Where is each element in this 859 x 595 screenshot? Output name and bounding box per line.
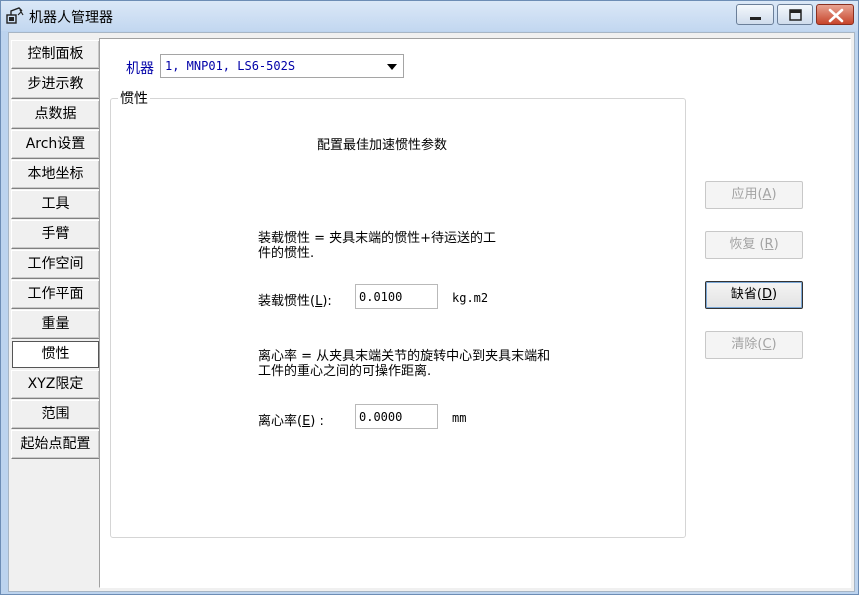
load-inertia-description-line1: 装载惯性 = 夹具末端的惯性+待运送的工: [258, 231, 497, 246]
load-inertia-unit: kg.m2: [452, 291, 489, 305]
tab-control-panel[interactable]: 控制面板: [11, 40, 100, 69]
tab-tool[interactable]: 工具: [11, 190, 100, 219]
title-bar[interactable]: 机器人管理器: [1, 1, 858, 31]
tab-arm[interactable]: 手臂: [11, 220, 100, 249]
load-inertia-description: 装载惯性 = 夹具末端的惯性+待运送的工 件的惯性.: [258, 231, 496, 261]
tab-xyz-limits[interactable]: XYZ限定: [11, 370, 100, 399]
client-area: 控制面板 步进示教 点数据 Arch设置 本地坐标 工具 手臂 工作空间 工作平面 重量 惯性 XYZ…: [8, 32, 855, 592]
close-icon: [828, 8, 844, 23]
eccentricity-description: 离心率 = 从夹具末端关节的旋转中心到夹具末端和 工件的重心之间的可操作距离.: [258, 349, 550, 379]
eccentricity-input[interactable]: 0.0000: [355, 404, 438, 429]
tab-weight[interactable]: 重量: [11, 310, 100, 339]
robot-select-value: 1, MNP01, LS6-502S: [165, 59, 296, 73]
eccentricity-value: 0.0000: [359, 410, 403, 424]
inertia-groupbox: [110, 98, 686, 538]
tab-inertia[interactable]: 惯性: [12, 341, 99, 368]
tab-points[interactable]: 点数据: [11, 100, 100, 129]
load-inertia-description-line2: 件的惯性.: [258, 246, 315, 261]
tab-arch[interactable]: Arch设置: [11, 130, 100, 159]
window-title: 机器人管理器: [29, 10, 113, 26]
apply-button[interactable]: 应用(A): [705, 181, 803, 209]
tab-local[interactable]: 本地坐标: [11, 160, 100, 189]
robot-manager-window: 机器人管理器 控制面板 步进示教 点数据 Arch设置 本地坐标 工具 手臂 工作空间 工作平面…: [0, 0, 859, 595]
maximize-button[interactable]: [777, 4, 813, 25]
tab-workplane[interactable]: 工作平面: [11, 280, 100, 309]
inertia-panel: 机器 1, MNP01, LS6-502S 惯性 配置最佳加速惯性参数 装载惯性…: [99, 38, 851, 588]
minimize-icon: [750, 17, 761, 20]
tab-workspace[interactable]: 工作空间: [11, 250, 100, 279]
eccentricity-description-line1: 离心率 = 从夹具末端关节的旋转中心到夹具末端和: [258, 349, 551, 364]
load-inertia-label: 装载惯性(L):: [258, 294, 332, 309]
load-inertia-value: 0.0100: [359, 290, 403, 304]
robot-select[interactable]: 1, MNP01, LS6-502S: [160, 54, 404, 78]
close-button[interactable]: [816, 4, 854, 25]
defaults-button[interactable]: 缺省(D): [705, 281, 803, 309]
load-inertia-input[interactable]: 0.0100: [355, 284, 438, 309]
restore-button[interactable]: 恢复 (R): [705, 231, 803, 259]
robot-label: 机器: [126, 61, 154, 77]
dropdown-arrow-icon: [387, 64, 397, 70]
section-heading: 配置最佳加速惯性参数: [317, 138, 448, 153]
groupbox-title: 惯性: [118, 88, 150, 108]
eccentricity-label: 离心率(E) :: [258, 414, 324, 429]
minimize-button[interactable]: [736, 4, 774, 25]
tab-jog[interactable]: 步进示教: [11, 70, 100, 99]
clear-button[interactable]: 清除(C): [705, 331, 803, 359]
robot-manager-app-icon: [6, 7, 24, 24]
eccentricity-description-line2: 工件的重心之间的可操作距离.: [258, 364, 432, 379]
tab-home-config[interactable]: 起始点配置: [11, 430, 100, 459]
tab-range[interactable]: 范围: [11, 400, 100, 429]
eccentricity-unit: mm: [452, 411, 467, 425]
maximize-icon: [789, 9, 802, 21]
